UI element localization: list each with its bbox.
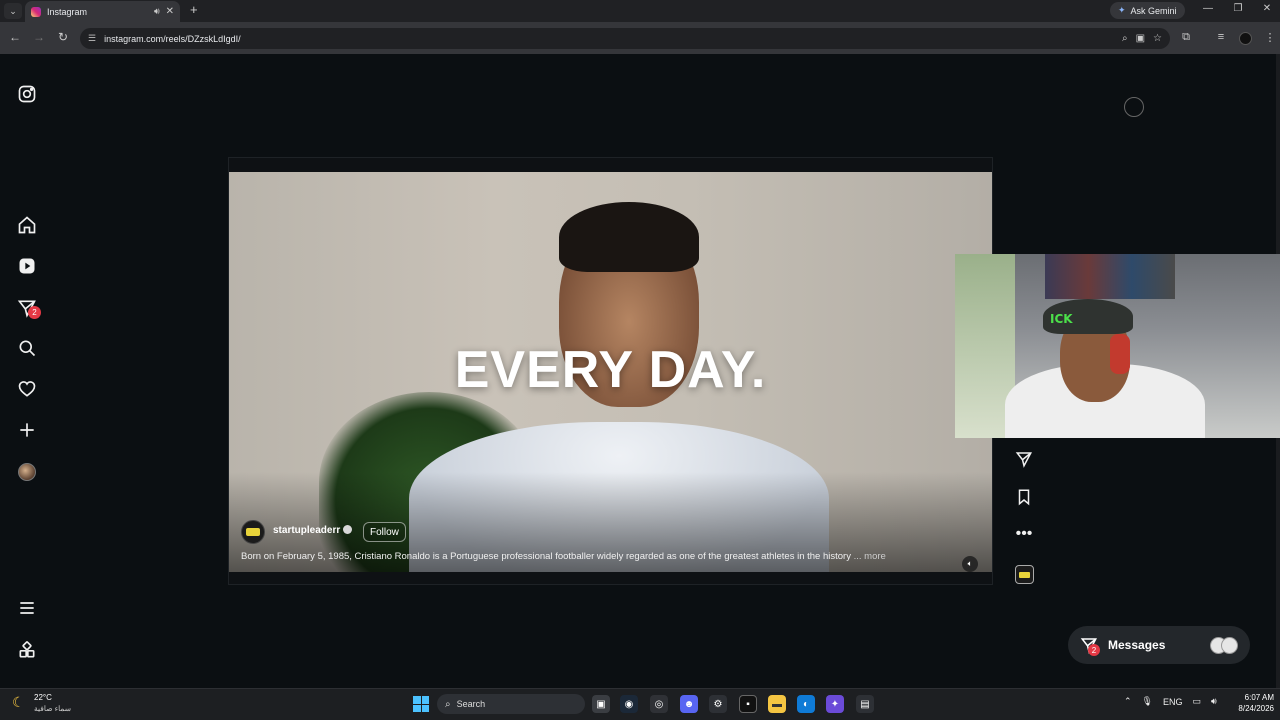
tab-instagram[interactable]: Instagram 🔊︎ ✕ xyxy=(25,1,180,22)
message-avatar xyxy=(1221,636,1238,654)
clock-time[interactable]: 6:07 AM xyxy=(1240,693,1274,702)
taskbar-search-label: Search xyxy=(456,699,486,709)
mute-toggle-icon[interactable]: 🔈︎ xyxy=(962,556,978,572)
reel-overlay-text: EVERY DAY. xyxy=(454,341,767,399)
discord-icon[interactable]: ☻ xyxy=(680,695,698,713)
microphone-icon[interactable]: 🎙︎ xyxy=(1142,696,1153,707)
store-icon[interactable]: ▤ xyxy=(856,695,874,713)
messages-label: Messages xyxy=(1108,638,1166,652)
windows-taskbar xyxy=(0,688,1280,720)
messages-pill-badge: 2 xyxy=(1088,644,1100,656)
caption-text: Born on February 5, 1985, Cristiano Rona… xyxy=(241,551,851,562)
video-person-hair xyxy=(559,202,699,272)
file-explorer-icon[interactable]: ▬ xyxy=(768,695,786,713)
instagram-logo-icon[interactable] xyxy=(16,83,38,105)
address-bar[interactable]: ☰ instagram.com/reels/DZzskLdIgdI/ ⌕ ▣ ☆ xyxy=(80,28,1170,49)
reels-icon[interactable] xyxy=(16,255,38,277)
search-icon[interactable] xyxy=(16,337,38,359)
task-view-icon[interactable]: ▣ xyxy=(592,695,610,713)
more-apps-icon[interactable] xyxy=(16,639,38,661)
verified-badge-icon xyxy=(343,525,352,534)
browser-menu-icon[interactable]: ⋮ xyxy=(1262,31,1278,44)
author-avatar[interactable] xyxy=(241,520,265,544)
author-logo xyxy=(246,528,260,536)
cam-posters xyxy=(1045,254,1175,299)
menu-icon[interactable] xyxy=(16,597,38,619)
tray-overflow-icon[interactable]: ⌃ xyxy=(1124,696,1132,707)
app-icon[interactable]: ⚙ xyxy=(709,695,727,713)
loading-spinner-icon xyxy=(1124,97,1144,117)
tab-audio-icon[interactable]: 🔊︎ xyxy=(154,6,160,17)
tab-media-icon[interactable]: ≡ xyxy=(1213,31,1229,43)
audio-thumbnail[interactable] xyxy=(1015,565,1034,584)
save-icon[interactable] xyxy=(1013,486,1035,508)
reel-video[interactable]: EVERY DAY. xyxy=(229,172,992,572)
network-icon[interactable]: ▭ xyxy=(1193,696,1202,707)
tab-title: Instagram xyxy=(47,6,88,17)
zoom-icon[interactable]: ⌕ xyxy=(1122,33,1128,44)
messages-badge: 2 xyxy=(28,306,41,319)
forward-button[interactable]: → xyxy=(31,30,47,44)
back-button[interactable]: ← xyxy=(7,30,23,44)
weather-temperature[interactable]: 22°C xyxy=(34,693,52,702)
messages-pill[interactable]: 2 Messages xyxy=(1068,626,1250,664)
reel-caption: Born on February 5, 1985, Cristiano Rona… xyxy=(241,551,941,562)
create-icon[interactable] xyxy=(16,419,38,441)
cam-cap-text: ICK xyxy=(1050,312,1073,326)
tab-close-icon[interactable]: ✕ xyxy=(166,6,174,17)
webcam-overlay: ICK xyxy=(955,254,1280,438)
system-tray: ⌃ 🎙︎ ENG ▭ 🔊︎ xyxy=(1124,696,1217,707)
instagram-favicon-icon xyxy=(31,6,41,17)
audio-logo xyxy=(1019,571,1030,578)
tab-search-button[interactable]: ⌄ xyxy=(4,3,22,19)
start-button[interactable] xyxy=(413,696,429,712)
cam-headphone xyxy=(1110,334,1130,374)
reload-button[interactable]: ↻ xyxy=(55,30,71,44)
profile-avatar[interactable] xyxy=(18,463,36,481)
obs-icon[interactable]: ▪ xyxy=(739,695,757,713)
minimize-button[interactable]: — xyxy=(1199,3,1217,14)
share-icon[interactable] xyxy=(1013,448,1035,470)
close-window-button[interactable]: ✕ xyxy=(1258,3,1276,14)
caption-more-link[interactable]: ... more xyxy=(854,551,886,562)
chrome-icon[interactable]: ◎ xyxy=(650,695,668,713)
more-options-icon[interactable]: ••• xyxy=(1013,523,1035,545)
notifications-icon[interactable] xyxy=(16,378,38,400)
extensions-icon[interactable]: ⧉ xyxy=(1178,31,1194,44)
language-indicator[interactable]: ENG xyxy=(1163,697,1183,707)
search-icon: ⌕ xyxy=(445,698,451,710)
taskbar-search[interactable]: ⌕ Search xyxy=(437,694,585,714)
new-tab-button[interactable]: + xyxy=(190,2,198,17)
weather-description: سماء صافية xyxy=(34,704,72,713)
ask-gemini-label: Ask Gemini xyxy=(1130,5,1177,16)
steam-icon[interactable]: ◉ xyxy=(620,695,638,713)
url-text[interactable]: instagram.com/reels/DZzskLdIgdI/ xyxy=(104,34,1114,44)
restore-button[interactable]: ❐ xyxy=(1229,3,1247,14)
install-app-icon[interactable]: ▣ xyxy=(1136,33,1145,44)
follow-button[interactable]: Follow xyxy=(363,522,406,542)
copilot-icon[interactable]: ✦ xyxy=(826,695,844,713)
browser-profile-avatar[interactable] xyxy=(1239,32,1252,45)
ask-gemini-button[interactable]: ✦ Ask Gemini xyxy=(1110,2,1185,19)
site-info-icon[interactable]: ☰ xyxy=(88,33,96,44)
author-username[interactable]: startupleaderr xyxy=(273,525,340,536)
moon-icon[interactable]: ☾ xyxy=(12,694,25,711)
edge-icon[interactable]: ◐ xyxy=(797,695,815,713)
bookmark-star-icon[interactable]: ☆ xyxy=(1153,33,1162,44)
home-icon[interactable] xyxy=(16,214,38,236)
gemini-icon: ✦ xyxy=(1118,5,1126,15)
clock-date[interactable]: 8/24/2026 xyxy=(1232,704,1274,713)
messages-pill-icon: 2 xyxy=(1080,636,1100,656)
volume-icon[interactable]: 🔊︎ xyxy=(1211,696,1217,707)
